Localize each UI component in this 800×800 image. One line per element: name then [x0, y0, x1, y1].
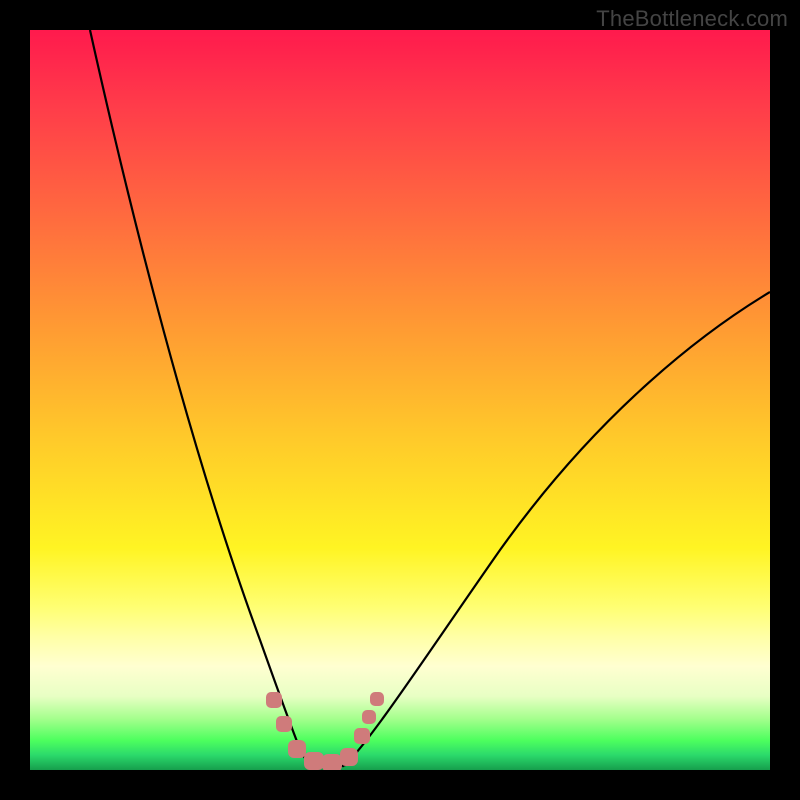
bottleneck-curve-right [344, 292, 770, 766]
chart-svg [30, 30, 770, 770]
chart-frame: TheBottleneck.com [0, 0, 800, 800]
bottleneck-curve-left [90, 30, 310, 765]
marker-dot [266, 692, 282, 708]
watermark-text: TheBottleneck.com [596, 6, 788, 32]
marker-dot [288, 740, 306, 758]
marker-dot [370, 692, 384, 706]
chart-plot-area [30, 30, 770, 770]
marker-dot [276, 716, 292, 732]
marker-dot [362, 710, 376, 724]
marker-dot [354, 728, 370, 744]
marker-dot [304, 752, 324, 770]
marker-dot [340, 748, 358, 766]
marker-dot [322, 754, 342, 770]
